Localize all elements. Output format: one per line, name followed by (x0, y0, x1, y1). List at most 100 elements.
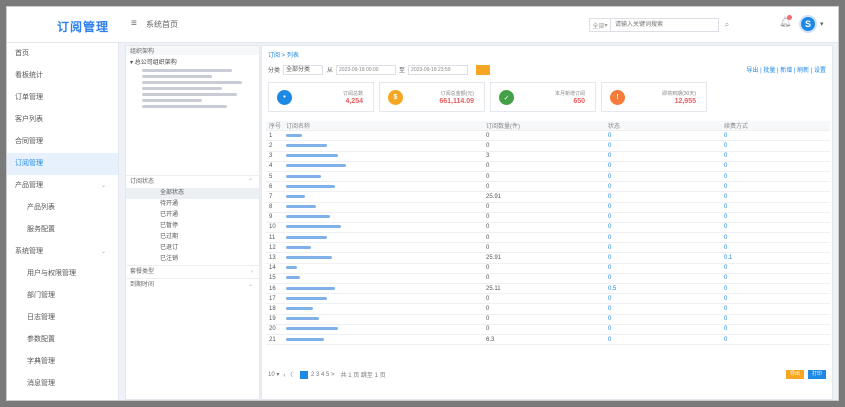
row-name-text[interactable] (286, 286, 336, 290)
column-header[interactable]: 订阅名称 (286, 121, 486, 130)
row-name[interactable] (286, 235, 486, 241)
row-name[interactable] (286, 306, 486, 312)
row-name[interactable] (286, 163, 486, 169)
sidebar-item[interactable]: 用户与权限管理 (7, 263, 118, 285)
sidebar-item[interactable]: 服务配置 (7, 219, 118, 241)
row-name[interactable] (286, 265, 486, 271)
sidebar-item[interactable]: 字典管理 (7, 351, 118, 373)
table-row[interactable]: 16 25.11 0.5 0 (266, 284, 830, 295)
column-header[interactable]: 序号 (266, 121, 286, 130)
start-date-input[interactable]: 2023-09-18 00:00 (336, 64, 397, 75)
row-name[interactable] (286, 255, 486, 261)
column-header[interactable]: 状态 (608, 121, 724, 130)
row-name-text[interactable] (286, 317, 319, 321)
tree-node[interactable] (142, 81, 242, 84)
row-name[interactable] (286, 204, 486, 210)
table-row[interactable]: 2000 (266, 141, 830, 152)
row-name-text[interactable] (286, 143, 327, 147)
row-name[interactable] (286, 133, 486, 139)
row-name-text[interactable] (286, 337, 325, 341)
tree-node[interactable] (142, 69, 232, 72)
table-row[interactable]: 19 0 0 0 (266, 315, 830, 325)
table-row[interactable]: 9 0 0 0 (266, 213, 830, 223)
print-button[interactable]: 打印 (808, 370, 826, 379)
page-1-button[interactable] (300, 370, 309, 379)
sidebar-item[interactable]: 部门管理 (7, 285, 118, 307)
search-button[interactable] (476, 64, 491, 75)
tree-node[interactable] (142, 87, 222, 90)
tree-node[interactable] (142, 105, 227, 108)
table-row[interactable]: 11 0 0 0 (266, 233, 830, 244)
sidebar-item[interactable]: 参数配置 (7, 329, 118, 351)
filter-section-status[interactable]: 订阅状态 ⌃ (126, 175, 259, 188)
row-name[interactable] (286, 275, 486, 281)
row-name[interactable] (286, 224, 486, 230)
table-row[interactable]: 1 0 0 0 (266, 131, 830, 142)
row-name[interactable] (286, 143, 486, 149)
row-name[interactable] (286, 245, 486, 251)
row-name[interactable] (286, 326, 486, 332)
row-name-text[interactable] (286, 245, 311, 249)
tree-root[interactable]: ▾ 总公司组织架构 (130, 57, 255, 66)
stat-card[interactable]: $ 订阅总金额(元) 661,114.09 (379, 82, 485, 112)
sidebar-item[interactable]: 订单管理 (7, 87, 118, 109)
breadcrumb[interactable]: 订阅 > 列表 (268, 50, 299, 59)
table-row[interactable]: 20 0 0 0 (266, 325, 830, 335)
row-name-text[interactable] (286, 276, 300, 280)
row-name-text[interactable] (286, 235, 327, 239)
sidebar-item[interactable]: 客户列表 (7, 109, 118, 131)
tree-node[interactable] (142, 75, 212, 78)
prev-page-button[interactable]: ‹ 〈 (283, 370, 293, 379)
toolbar-links[interactable]: 导出 | 批量 | 新增 | 刷新 | 设置 (746, 65, 826, 74)
row-name-text[interactable] (286, 306, 314, 310)
row-name-text[interactable] (286, 184, 336, 188)
table-row[interactable]: 8 0 0 0 (266, 203, 830, 213)
sidebar-item[interactable]: 系统管理 ⌄ (7, 241, 118, 263)
row-name-text[interactable] (286, 296, 327, 300)
menu-toggle-icon[interactable]: ≡ (131, 18, 137, 29)
table-row[interactable]: 3 3 0 0 (266, 152, 830, 162)
chevron-down-icon[interactable]: ▾ (820, 20, 824, 28)
column-header[interactable]: 订阅数量(件) (486, 121, 608, 130)
row-name-text[interactable] (286, 154, 338, 158)
stat-card[interactable]: ✓ 本月新增订阅 650 (490, 82, 596, 112)
sidebar-item[interactable]: 首页 (7, 43, 118, 65)
row-name-text[interactable] (286, 164, 346, 168)
row-name-text[interactable] (286, 266, 297, 270)
status-filter-item[interactable]: 已开通 (126, 210, 259, 221)
status-filter-item[interactable]: 已过期 (126, 232, 259, 243)
sidebar-item[interactable]: 看板统计 (7, 65, 118, 87)
status-filter-item[interactable]: 待开通 (126, 199, 259, 210)
table-row[interactable]: 12 0 0 0 (266, 243, 830, 254)
sidebar-item[interactable]: 合同管理 (7, 131, 118, 153)
row-name-text[interactable] (286, 133, 303, 137)
search-input[interactable] (611, 18, 719, 32)
row-name[interactable] (286, 286, 486, 292)
sidebar-item[interactable]: 日志管理 (7, 307, 118, 329)
row-name[interactable] (286, 296, 486, 302)
status-filter-item[interactable]: 已暂停 (126, 221, 259, 232)
row-name[interactable] (286, 214, 486, 220)
row-name-text[interactable] (286, 225, 341, 229)
row-name-text[interactable] (286, 215, 330, 219)
table-row[interactable]: 10 0 0 0 (266, 223, 830, 234)
table-row[interactable]: 14 0 0 0 (266, 264, 830, 274)
status-filter-item[interactable]: 已退订 (126, 243, 259, 254)
tree-node[interactable] (142, 93, 237, 96)
row-name-text[interactable] (286, 256, 333, 260)
search-icon[interactable]: ⌕ (721, 20, 733, 30)
row-name-text[interactable] (286, 174, 322, 178)
row-name[interactable] (286, 194, 486, 200)
status-filter-item[interactable]: 已注销 (126, 254, 259, 265)
column-header[interactable]: 续费方式 (724, 121, 824, 130)
sidebar-item[interactable]: 订阅管理 (7, 153, 118, 175)
page-size-select[interactable]: 10 ▾ (268, 371, 279, 378)
search-scope-select[interactable]: 全部 ▾ (589, 18, 611, 32)
end-date-input[interactable]: 2023-09-18 23:59 (408, 64, 469, 75)
export-button[interactable]: 导出 (786, 370, 804, 379)
status-filter-item[interactable]: 全部状态 (126, 188, 259, 199)
table-row[interactable]: 13 25.91 0 0.1 (266, 253, 830, 264)
sidebar-item[interactable]: 消息管理 (7, 373, 118, 395)
row-name[interactable] (286, 316, 486, 322)
row-name-text[interactable] (286, 205, 316, 209)
